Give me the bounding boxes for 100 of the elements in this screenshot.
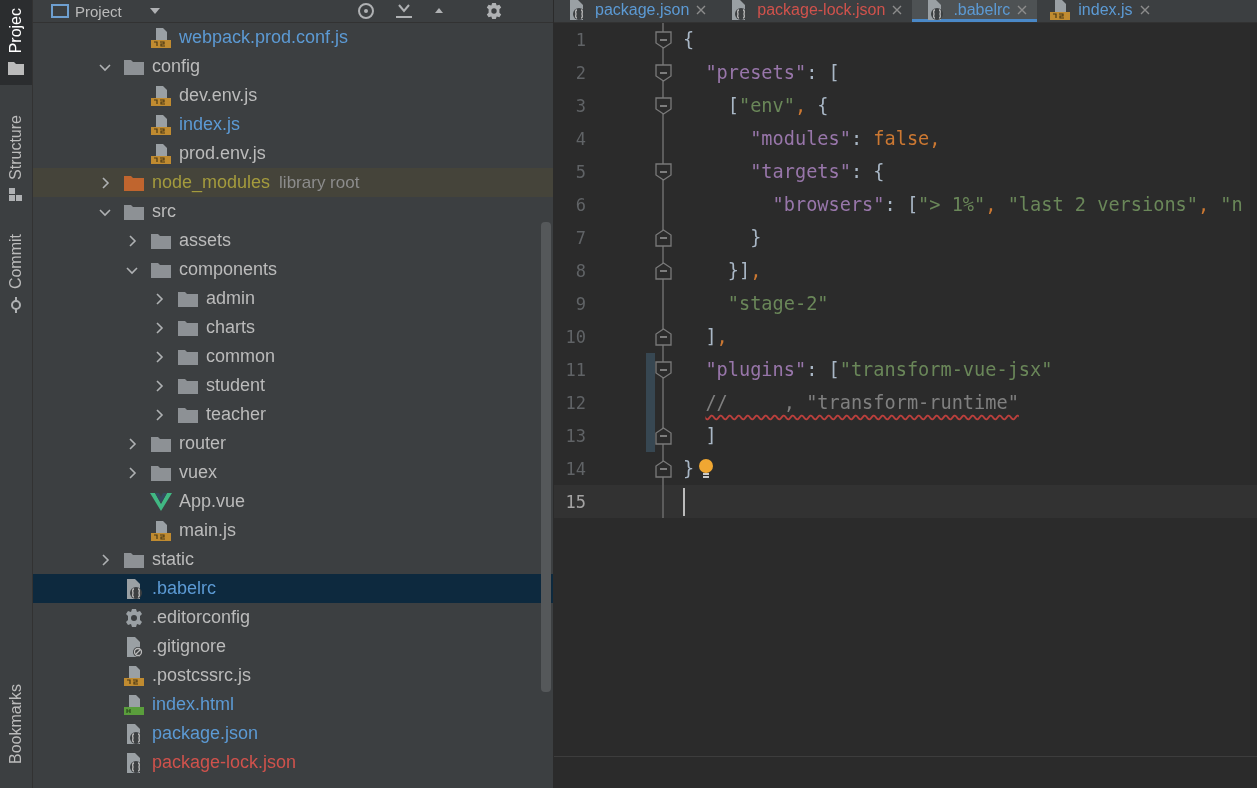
line-number: 9 bbox=[574, 293, 586, 314]
tree-row[interactable]: .postcssrc.js bbox=[33, 661, 553, 690]
editor-tab[interactable]: package.json bbox=[554, 0, 717, 22]
change-marker[interactable] bbox=[646, 353, 655, 386]
tree-row[interactable]: .editorconfig bbox=[33, 603, 553, 632]
file-name: node_modules bbox=[152, 172, 271, 193]
file-name: .babelrc bbox=[152, 578, 217, 599]
tree-row[interactable]: src bbox=[33, 197, 553, 226]
tree-row[interactable]: App.vue bbox=[33, 487, 553, 516]
chevron-right-icon[interactable] bbox=[153, 321, 165, 334]
tree-row[interactable]: assets bbox=[33, 226, 553, 255]
code-line: "targets": { bbox=[749, 161, 885, 182]
tree-row[interactable]: .babelrc bbox=[33, 574, 553, 603]
chevron-right-icon[interactable] bbox=[99, 176, 111, 189]
file-name: index.js bbox=[179, 114, 241, 135]
fold-marker-icon[interactable] bbox=[655, 261, 672, 280]
settings-icon[interactable] bbox=[485, 2, 503, 20]
folder-icon bbox=[177, 376, 199, 395]
code-line: "browsers": ["> 1%", "last 2 versions", "n bbox=[771, 194, 1243, 215]
tree-row[interactable]: admin bbox=[33, 284, 553, 313]
file-name: webpack.prod.conf.js bbox=[179, 27, 349, 48]
chevron-right-icon[interactable] bbox=[153, 292, 165, 305]
close-icon[interactable] bbox=[892, 4, 903, 15]
scrollbar[interactable] bbox=[541, 222, 551, 692]
close-icon[interactable] bbox=[1017, 4, 1028, 15]
tree-row[interactable]: vuex bbox=[33, 458, 553, 487]
tree-row[interactable]: config bbox=[33, 52, 553, 81]
close-icon[interactable] bbox=[1139, 4, 1150, 15]
tree-row[interactable]: .gitignore bbox=[33, 632, 553, 661]
tree-row[interactable]: index.js bbox=[33, 110, 553, 139]
tree-row[interactable]: main.js bbox=[33, 516, 553, 545]
fold-marker-icon[interactable] bbox=[655, 63, 672, 82]
tree-row[interactable]: router bbox=[33, 429, 553, 458]
chevron-right-icon[interactable] bbox=[153, 350, 165, 363]
fold-marker-icon[interactable] bbox=[655, 327, 672, 346]
folder-icon bbox=[150, 231, 172, 250]
fold-marker-icon[interactable] bbox=[655, 459, 672, 478]
change-marker[interactable] bbox=[646, 419, 655, 452]
folder-icon bbox=[8, 61, 24, 76]
collapse-all-icon[interactable] bbox=[433, 6, 445, 16]
tree-row[interactable]: charts bbox=[33, 313, 553, 342]
js-file-icon bbox=[150, 84, 172, 107]
tree-row[interactable]: teacher bbox=[33, 400, 553, 429]
tree-row[interactable]: prod.env.js bbox=[33, 139, 553, 168]
file-name: prod.env.js bbox=[179, 143, 266, 164]
tool-window-tab[interactable]: Bookmarks bbox=[0, 675, 32, 774]
text-cursor bbox=[683, 487, 685, 516]
chevron-right-icon[interactable] bbox=[126, 466, 138, 479]
fold-marker-icon[interactable] bbox=[655, 162, 672, 181]
code-line: ] bbox=[704, 425, 717, 446]
code-line: }], bbox=[726, 260, 762, 281]
editor-tab[interactable]: index.js bbox=[1037, 0, 1160, 22]
tree-row[interactable]: webpack.prod.conf.js bbox=[33, 23, 553, 52]
close-icon[interactable] bbox=[696, 4, 707, 15]
code-line: { bbox=[683, 29, 695, 50]
tree-row[interactable]: student bbox=[33, 371, 553, 400]
line-number: 1 bbox=[574, 29, 586, 50]
file-name: index.html bbox=[152, 694, 235, 715]
structure-icon bbox=[9, 188, 23, 203]
file-name: App.vue bbox=[179, 491, 246, 512]
file-name: admin bbox=[206, 288, 256, 309]
file-name: main.js bbox=[179, 520, 236, 541]
file-name: src bbox=[152, 201, 176, 222]
chevron-right-icon[interactable] bbox=[153, 408, 165, 421]
code-line: } bbox=[683, 458, 695, 479]
code-line: "plugins": ["transform-vue-jsx" bbox=[704, 359, 1053, 380]
locate-icon[interactable] bbox=[357, 2, 375, 20]
js-file-icon bbox=[150, 519, 172, 542]
tool-window-tab[interactable]: Projec bbox=[0, 0, 32, 86]
folder-icon bbox=[177, 289, 199, 308]
fold-marker-icon[interactable] bbox=[655, 30, 672, 49]
tree-row[interactable]: static bbox=[33, 545, 553, 574]
tool-window-tab[interactable]: Structure bbox=[0, 107, 32, 213]
code-line: // , "transform-runtime" bbox=[704, 392, 1019, 413]
tree-row[interactable]: components bbox=[33, 255, 553, 284]
line-number: 3 bbox=[574, 95, 586, 116]
fold-marker-icon[interactable] bbox=[655, 360, 672, 379]
fold-marker-icon[interactable] bbox=[655, 228, 672, 247]
caret-icon[interactable] bbox=[149, 8, 160, 14]
tool-window-tab[interactable]: Commit bbox=[0, 226, 32, 324]
chevron-right-icon[interactable] bbox=[126, 234, 138, 247]
lightbulb-icon[interactable] bbox=[698, 457, 715, 480]
tree-row[interactable]: common bbox=[33, 342, 553, 371]
chevron-right-icon[interactable] bbox=[153, 379, 165, 392]
line-number: 10 bbox=[564, 326, 586, 347]
folder-icon bbox=[177, 405, 199, 424]
line-number: 15 bbox=[564, 491, 586, 512]
chevron-right-icon[interactable] bbox=[126, 437, 138, 450]
tree-row[interactable]: node_modules library root bbox=[33, 168, 553, 197]
fold-marker-icon[interactable] bbox=[655, 96, 672, 115]
line-number: 2 bbox=[574, 62, 586, 83]
folder-icon bbox=[150, 260, 172, 279]
panel-title[interactable]: Project bbox=[75, 2, 122, 20]
tree-row[interactable]: package.json bbox=[33, 719, 553, 748]
tree-row[interactable]: index.html bbox=[33, 690, 553, 719]
file-name: static bbox=[152, 549, 194, 570]
chevron-right-icon[interactable] bbox=[99, 553, 111, 566]
expand-all-icon[interactable] bbox=[395, 3, 413, 19]
fold-marker-icon[interactable] bbox=[655, 426, 672, 445]
tree-row[interactable]: dev.env.js bbox=[33, 81, 553, 110]
